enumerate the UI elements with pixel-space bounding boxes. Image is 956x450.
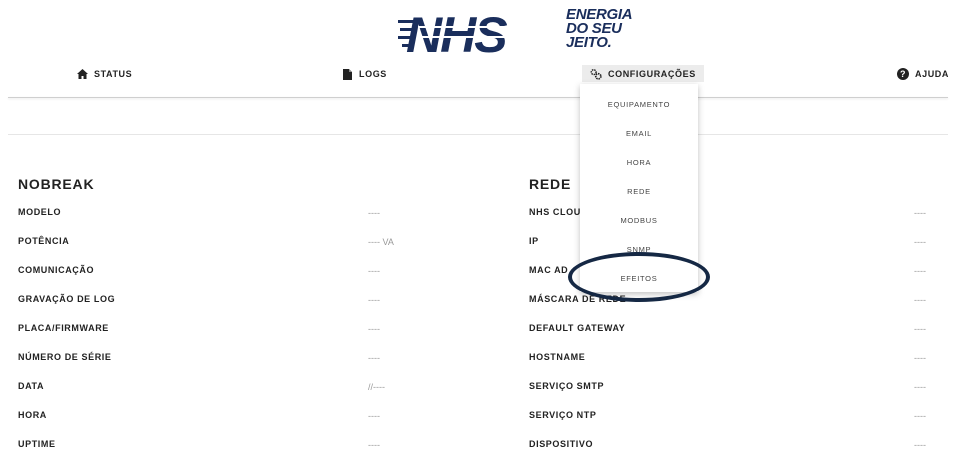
nav-logs-label: LOGS (359, 69, 387, 79)
menu-item-hora[interactable]: HORA (580, 158, 698, 167)
rede-label-servico-ntp: SERVIÇO NTP (529, 410, 597, 420)
rede-value-servico-ntp: ---- (914, 411, 926, 421)
slogan-line-3: JEITO. (566, 34, 612, 51)
nobreak-value-potencia: ---- VA (368, 237, 394, 247)
rede-label-dispositivo: DISPOSITIVO (529, 439, 594, 449)
rede-label-hostname: HOSTNAME (529, 352, 586, 362)
rede-value-dispositivo: ---- (914, 440, 926, 450)
nobreak-label-data: DATA (18, 381, 45, 391)
header-divider (8, 97, 948, 98)
nobreak-value-numero-serie: ---- (368, 353, 380, 363)
nav-ajuda-label: AJUDA (915, 69, 950, 79)
nav-configuracoes-label: CONFIGURAÇÕES (608, 68, 696, 79)
gears-icon (590, 68, 602, 80)
nobreak-section-title: NOBREAK (18, 176, 95, 192)
nobreak-label-placa-firmware: PLACA/FIRMWARE (18, 323, 109, 333)
nobreak-label-gravacao-log: GRAVAÇÃO DE LOG (18, 294, 116, 304)
rede-label-servico-smtp: SERVIÇO SMTP (529, 381, 605, 391)
rede-value-mac-address: ---- (914, 266, 926, 276)
nav-configuracoes[interactable]: CONFIGURAÇÕES (582, 65, 704, 82)
nobreak-value-data: //---- (368, 382, 385, 392)
rede-label-ip: IP (529, 236, 539, 246)
home-icon (76, 68, 88, 80)
menu-item-rede[interactable]: REDE (580, 187, 698, 196)
menu-item-modbus[interactable]: MODBUS (580, 216, 698, 225)
nobreak-value-uptime: ---- (368, 440, 380, 450)
rede-label-nhs-cloud: NHS CLOU (529, 207, 581, 217)
rede-section-title: REDE (529, 176, 572, 192)
nobreak-label-potencia: POTÊNCIA (18, 236, 70, 246)
nobreak-label-uptime: UPTIME (18, 439, 56, 449)
nav-status[interactable]: STATUS (76, 66, 132, 82)
nhs-logo-mark: NHS (398, 7, 548, 56)
rede-value-hostname: ---- (914, 353, 926, 363)
nav-ajuda[interactable]: ? AJUDA (897, 66, 949, 82)
rede-value-servico-smtp: ---- (914, 382, 926, 392)
document-icon (341, 68, 353, 80)
nobreak-label-comunicacao: COMUNICAÇÃO (18, 265, 95, 275)
nobreak-value-placa-firmware: ---- (368, 324, 380, 334)
rede-label-mac-address: MAC AD (529, 265, 569, 275)
nobreak-label-hora: HORA (18, 410, 47, 420)
nobreak-value-comunicacao: ---- (368, 266, 380, 276)
rede-value-default-gateway: ---- (914, 324, 926, 334)
nav-status-label: STATUS (94, 69, 133, 79)
rede-label-default-gateway: DEFAULT GATEWAY (529, 323, 626, 333)
nobreak-label-numero-serie: NÚMERO DE SÉRIE (18, 352, 112, 362)
rede-value-mascara-rede: ---- (914, 295, 926, 305)
nobreak-value-modelo: ---- (368, 208, 380, 218)
rede-value-nhs-cloud: ---- (914, 208, 926, 218)
help-circle-icon: ? (897, 68, 909, 80)
menu-item-equipamento[interactable]: EQUIPAMENTO (580, 100, 698, 109)
brand-slogan: ENERGIA DO SEU JEITO. (566, 7, 633, 51)
logo-text: NHS (406, 7, 507, 56)
nav-logs[interactable]: LOGS (341, 66, 387, 82)
rede-value-ip: ---- (914, 237, 926, 247)
nhs-logo[interactable]: NHS ENERGIA DO SEU JEITO. (398, 6, 638, 58)
nobreak-label-modelo: MODELO (18, 207, 62, 217)
nobreak-value-hora: ---- (368, 411, 380, 421)
menu-item-email[interactable]: EMAIL (580, 129, 698, 138)
content-divider (8, 134, 948, 135)
svg-text:?: ? (900, 69, 906, 79)
nobreak-value-gravacao-log: ---- (368, 295, 380, 305)
highlight-circle-annotation (568, 252, 710, 302)
